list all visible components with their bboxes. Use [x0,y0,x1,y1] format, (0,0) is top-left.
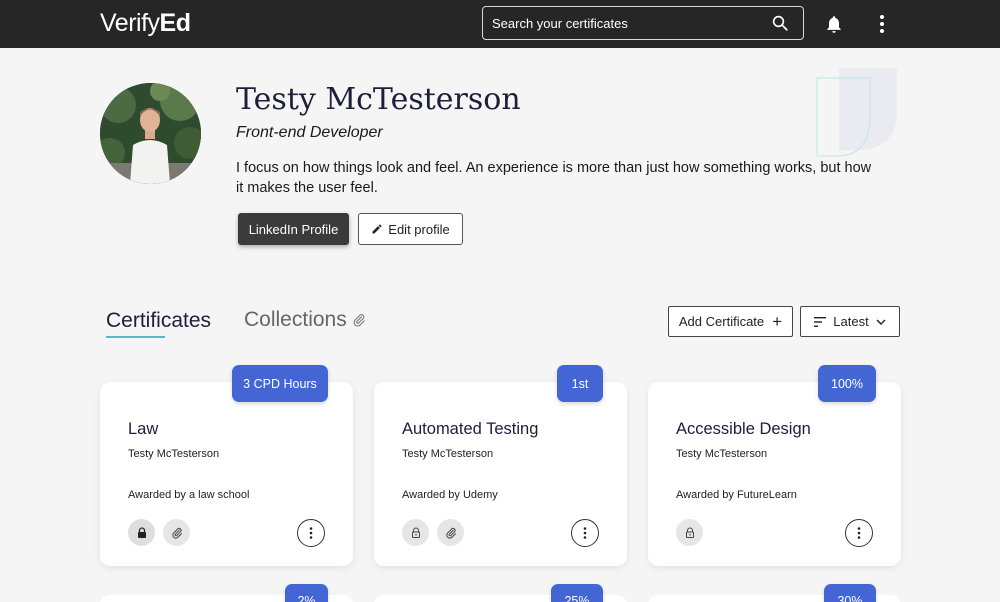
certificate-issuer: Awarded by Udemy [402,489,498,501]
lock-button[interactable] [676,519,703,546]
active-tab-indicator [106,336,165,338]
certificate-badge: 3 CPD Hours [232,365,328,402]
chevron-down-icon [876,319,886,325]
avatar [100,83,201,184]
more-vertical-icon [857,527,861,539]
more-vertical-icon [583,527,587,539]
paperclip-icon [171,527,182,539]
certificate-card[interactable]: Automated Testing Testy McTesterson Awar… [374,382,627,566]
profile-role: Front-end Developer [236,124,383,141]
sort-label: Latest [833,314,869,329]
search-input[interactable] [492,7,762,39]
paperclip-icon [353,314,365,327]
certificate-badge: 2% [285,584,328,602]
certificate-holder: Testy McTesterson [676,448,768,460]
card-more-button[interactable] [845,519,873,547]
certificate-badge: 100% [818,365,876,402]
card-more-button[interactable] [571,519,599,547]
tab-collections-label: Collections [244,308,347,331]
certificate-holder: Testy McTesterson [402,448,494,460]
certificate-issuer: Awarded by FutureLearn [676,489,797,501]
more-vertical-icon [309,527,313,539]
certificate-title: Accessible Design [676,420,811,438]
decorative-shape [816,68,897,157]
certificate-badge: 30% [824,584,876,602]
lock-button[interactable] [128,519,155,546]
edit-profile-label: Edit profile [388,221,450,237]
bell-icon[interactable] [824,14,844,34]
certificate-badge: 25% [551,584,603,602]
unlock-icon [411,527,420,538]
search-icon[interactable] [771,14,789,32]
sort-icon [814,316,827,327]
attachment-button[interactable] [437,519,464,546]
sort-dropdown[interactable]: Latest [800,306,900,337]
profile-bio: I focus on how things look and feel. An … [236,160,872,196]
certificate-holder: Testy McTesterson [128,448,220,460]
certificate-issuer: Awarded by a law school [128,489,250,501]
plus-icon: + [772,311,783,331]
unlock-icon [685,527,694,538]
linkedin-profile-button[interactable]: LinkedIn Profile [238,213,349,245]
tab-collections[interactable]: Collections [244,308,366,332]
certificate-card[interactable]: Accessible Design Testy McTesterson Awar… [648,382,901,566]
attachment-button[interactable] [163,519,190,546]
search-box[interactable] [482,6,804,40]
certificate-title: Automated Testing [402,420,539,438]
edit-profile-button[interactable]: Edit profile [358,213,463,245]
certificate-title: Law [128,420,159,438]
lock-button[interactable] [402,519,429,546]
pencil-icon [372,224,382,234]
add-certificate-button[interactable]: Add Certificate + [668,306,793,337]
certificate-card[interactable]: Law Testy McTesterson Awarded by a law s… [100,382,353,566]
paperclip-icon [445,527,456,539]
add-certificate-label: Add Certificate [678,314,765,329]
logo[interactable]: VerifyEd [100,9,191,38]
card-more-button[interactable] [297,519,325,547]
profile-name: Testy McTesterson [236,82,521,117]
tab-certificates[interactable]: Certificates [106,309,211,333]
lock-icon [137,526,146,538]
top-bar: VerifyEd [0,0,1000,48]
more-vertical-icon[interactable] [874,14,890,34]
certificate-badge: 1st [557,365,603,402]
